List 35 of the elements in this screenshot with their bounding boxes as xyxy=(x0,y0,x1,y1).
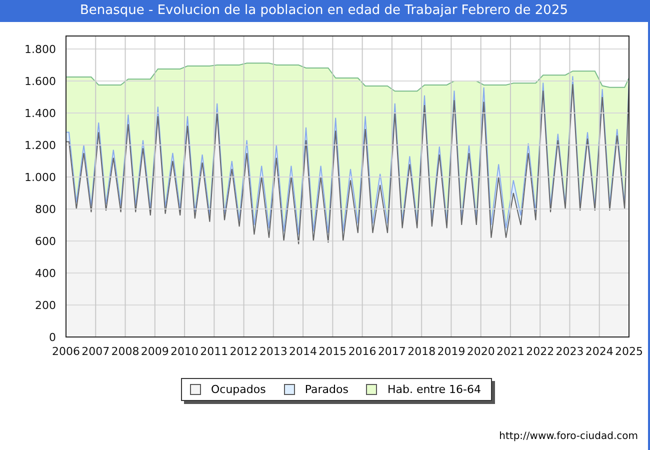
x-tick-label: 2017 xyxy=(378,345,406,358)
chart-title: Benasque - Evolucion de la poblacion en edad de Trabajar Febrero de 2025 xyxy=(0,0,648,22)
y-tick-label: 1.200 xyxy=(24,139,56,152)
y-tick-label: 600 xyxy=(35,235,56,248)
x-tick-label: 2012 xyxy=(230,345,258,358)
y-tick-label: 800 xyxy=(35,203,56,216)
x-tick-label: 2025 xyxy=(615,345,643,358)
x-tick-label: 2021 xyxy=(496,345,524,358)
y-tick-label: 1.400 xyxy=(24,107,56,120)
x-tick-label: 2010 xyxy=(170,345,199,358)
x-tick-label: 2011 xyxy=(200,345,228,358)
x-tick-label: 2014 xyxy=(289,345,318,358)
y-tick-label: 1.600 xyxy=(24,75,56,88)
y-tick-label: 0 xyxy=(49,331,56,344)
x-tick-label: 2020 xyxy=(466,345,495,358)
y-tick-label: 1.000 xyxy=(24,171,56,184)
x-tick-label: 2016 xyxy=(348,345,376,358)
x-tick-label: 2018 xyxy=(408,345,436,358)
legend-label: Hab. entre 16-64 xyxy=(387,383,482,396)
legend-label: Parados xyxy=(304,383,348,396)
x-tick-label: 2015 xyxy=(318,345,347,358)
x-tick-label: 2023 xyxy=(556,345,584,358)
x-tick-label: 2019 xyxy=(437,345,466,358)
x-tick-label: 2024 xyxy=(585,345,614,358)
x-tick-label: 2009 xyxy=(140,345,169,358)
x-tick-label: 2007 xyxy=(82,345,110,358)
x-tick-label: 2008 xyxy=(111,345,140,358)
y-tick-label: 1.800 xyxy=(24,43,56,56)
y-tick-label: 400 xyxy=(35,267,56,280)
source-url: http://www.foro-ciudad.com xyxy=(498,431,639,442)
y-tick-label: 200 xyxy=(35,299,56,312)
x-tick-label: 2013 xyxy=(259,345,288,358)
legend-label: Ocupados xyxy=(211,383,266,396)
x-tick-label: 2022 xyxy=(526,345,554,358)
x-tick-label: 2006 xyxy=(52,345,80,358)
